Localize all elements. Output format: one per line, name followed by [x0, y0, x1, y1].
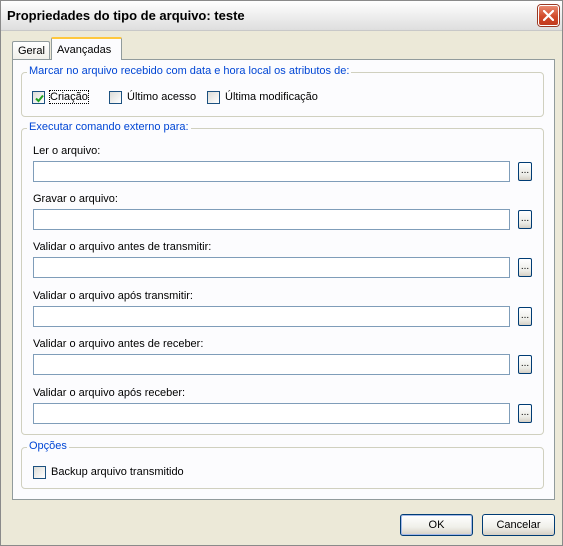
- window-title: Propriedades do tipo de arquivo: teste: [7, 8, 245, 23]
- ultimo-acesso-checkbox[interactable]: Último acesso: [109, 90, 196, 104]
- validar-apos-transmitir-browse-button[interactable]: ...: [518, 307, 532, 326]
- options-group-title: Opções: [27, 440, 69, 452]
- validar-antes-receber-label: Validar o arquivo antes de receber:: [33, 338, 204, 350]
- validar-apos-receber-input[interactable]: [33, 403, 510, 424]
- criacao-label: Criação: [49, 90, 89, 104]
- timestamp-group-title: Marcar no arquivo recebido com data e ho…: [27, 65, 352, 77]
- gravar-arquivo-label: Gravar o arquivo:: [33, 193, 118, 205]
- close-button[interactable]: [538, 5, 559, 26]
- validar-apos-receber-label: Validar o arquivo após receber:: [33, 387, 186, 399]
- ler-arquivo-browse-button[interactable]: ...: [518, 162, 532, 181]
- command-group-title: Executar comando externo para:: [27, 121, 191, 133]
- criacao-checkbox[interactable]: Criação: [32, 90, 89, 104]
- ler-arquivo-input[interactable]: [33, 161, 510, 182]
- validar-antes-receber-browse-button[interactable]: ...: [518, 355, 532, 374]
- checkmark-icon: [35, 94, 44, 102]
- gravar-arquivo-browse-button[interactable]: ...: [518, 210, 532, 229]
- backup-label: Backup arquivo transmitido: [51, 466, 184, 478]
- dialog-window: Propriedades do tipo de arquivo: teste G…: [0, 0, 563, 546]
- external-command-group: Executar comando externo para: Ler o arq…: [21, 121, 544, 435]
- close-icon: [543, 10, 554, 21]
- tab-geral-label: Geral: [18, 45, 45, 57]
- validar-apos-transmitir-label: Validar o arquivo após transmitir:: [33, 290, 193, 302]
- cancel-button[interactable]: Cancelar: [482, 514, 555, 536]
- validar-antes-transmitir-browse-button[interactable]: ...: [518, 258, 532, 277]
- gravar-arquivo-input[interactable]: [33, 209, 510, 230]
- tab-panel: Marcar no arquivo recebido com data e ho…: [12, 59, 555, 500]
- validar-apos-receber-browse-button[interactable]: ...: [518, 404, 532, 423]
- ultimo-acesso-label: Último acesso: [127, 91, 197, 103]
- timestamp-attributes-group: Marcar no arquivo recebido com data e ho…: [21, 65, 544, 117]
- tab-avancadas[interactable]: Avançadas: [51, 37, 122, 60]
- validar-apos-transmitir-input[interactable]: [33, 306, 510, 327]
- validar-antes-receber-input[interactable]: [33, 354, 510, 375]
- title-bar: Propriedades do tipo de arquivo: teste: [1, 1, 562, 31]
- tab-geral[interactable]: Geral: [12, 41, 50, 60]
- ler-arquivo-label: Ler o arquivo:: [33, 145, 101, 157]
- backup-checkbox[interactable]: Backup arquivo transmitido: [33, 465, 184, 479]
- backup-check-box[interactable]: [33, 465, 46, 479]
- validar-antes-transmitir-input[interactable]: [33, 257, 510, 278]
- ultima-modificacao-checkbox[interactable]: Última modificação: [207, 90, 318, 104]
- validar-antes-transmitir-label: Validar o arquivo antes de transmitir:: [33, 241, 212, 253]
- ok-button[interactable]: OK: [400, 514, 473, 536]
- ultima-modificacao-label: Última modificação: [225, 91, 318, 103]
- criacao-check-box[interactable]: [32, 90, 45, 104]
- ultima-modificacao-check-box[interactable]: [207, 90, 220, 104]
- tab-avancadas-label: Avançadas: [57, 44, 112, 56]
- options-group: Opções Backup arquivo transmitido: [21, 440, 544, 489]
- ultimo-acesso-check-box[interactable]: [109, 90, 122, 104]
